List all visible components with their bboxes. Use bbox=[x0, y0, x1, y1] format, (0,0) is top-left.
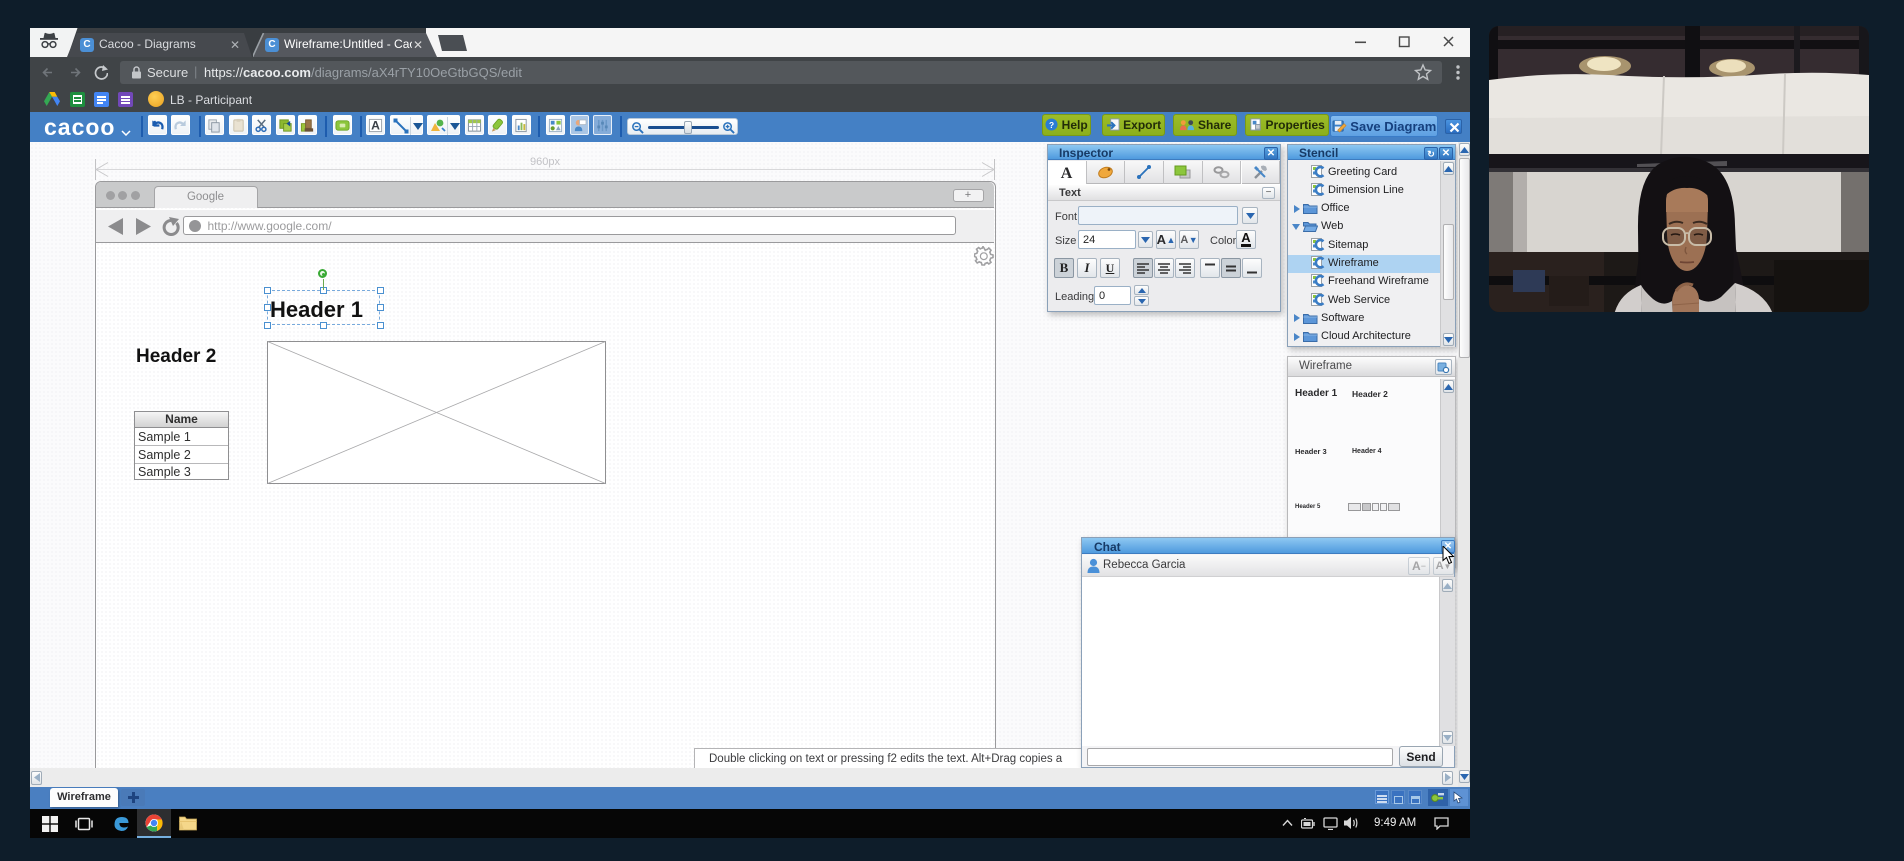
svg-text:960px: 960px bbox=[530, 156, 560, 168]
svg-text:A: A bbox=[1061, 165, 1073, 181]
svg-text:A: A bbox=[371, 118, 380, 132]
svg-text:?: ? bbox=[1049, 120, 1054, 130]
